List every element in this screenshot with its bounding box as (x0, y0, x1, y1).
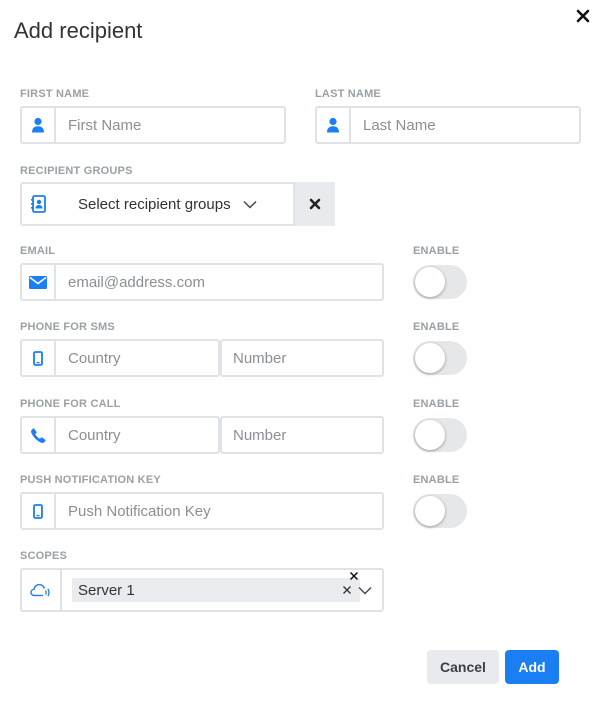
push-key-label: PUSH NOTIFICATION KEY (20, 474, 161, 486)
close-icon (349, 571, 359, 581)
user-icon (317, 108, 351, 142)
close-icon (309, 198, 321, 210)
phone-call-country-input[interactable] (56, 418, 218, 452)
phone-sms-enable-label: ENABLE (413, 321, 460, 333)
email-enable-toggle[interactable] (413, 265, 467, 299)
recipient-groups-select[interactable]: Select recipient groups (56, 182, 295, 226)
last-name-input[interactable] (351, 108, 579, 142)
phone-call-country-field (20, 416, 220, 454)
user-icon (22, 108, 56, 142)
push-key-enable-toggle[interactable] (413, 494, 467, 528)
close-icon (342, 585, 352, 595)
phone-call-enable-toggle[interactable] (413, 418, 467, 452)
phone-call-label: PHONE FOR CALL (20, 398, 121, 410)
toggle-knob (415, 267, 445, 297)
add-recipient-dialog: Add recipient FIRST NAME LAST NAME RECIP… (0, 0, 600, 707)
add-button[interactable]: Add (505, 650, 559, 684)
dialog-title: Add recipient (14, 18, 143, 43)
first-name-label: FIRST NAME (20, 88, 90, 100)
chevron-down-icon (243, 200, 257, 209)
push-key-input[interactable] (56, 494, 382, 528)
scope-tag-remove-button[interactable] (341, 583, 353, 597)
push-key-field (20, 492, 384, 530)
recipient-groups-select-text: Select recipient groups (78, 195, 231, 213)
phone-call-number-field (220, 416, 384, 454)
recipient-groups-icon-box (20, 182, 58, 226)
toggle-knob (415, 420, 445, 450)
phone-sms-enable-toggle[interactable] (413, 341, 467, 375)
contact-book-icon (22, 184, 58, 224)
phone-sms-country-field (20, 339, 220, 377)
phone-sms-label: PHONE FOR SMS (20, 321, 115, 333)
email-input[interactable] (56, 265, 382, 299)
phone-call-enable-label: ENABLE (413, 398, 460, 410)
email-label: EMAIL (20, 245, 56, 257)
scope-tag: Server 1 (72, 578, 360, 602)
cloud-signal-icon (22, 570, 62, 610)
clear-groups-button[interactable] (295, 182, 335, 226)
mobile-phone-icon (22, 494, 56, 528)
recipient-groups-label: RECIPIENT GROUPS (20, 165, 133, 177)
push-key-enable-label: ENABLE (413, 474, 460, 486)
scopes-clear-button[interactable] (348, 570, 360, 582)
phone-handset-icon (22, 418, 56, 452)
phone-sms-number-input[interactable] (222, 341, 382, 375)
last-name-field (315, 106, 581, 144)
first-name-field (20, 106, 286, 144)
chevron-down-icon (358, 586, 372, 595)
close-icon[interactable] (573, 6, 593, 26)
last-name-label: LAST NAME (315, 88, 381, 100)
mobile-phone-icon (22, 341, 56, 375)
phone-call-number-input[interactable] (222, 418, 382, 452)
toggle-knob (415, 343, 445, 373)
scope-tag-label: Server 1 (78, 581, 135, 599)
first-name-input[interactable] (56, 108, 284, 142)
scopes-dropdown-button[interactable] (356, 583, 374, 597)
email-enable-label: ENABLE (413, 245, 460, 257)
envelope-icon (22, 265, 56, 299)
phone-sms-number-field (220, 339, 384, 377)
cancel-button[interactable]: Cancel (427, 650, 499, 684)
scopes-label: SCOPES (20, 550, 68, 562)
email-field (20, 263, 384, 301)
phone-sms-country-input[interactable] (56, 341, 218, 375)
toggle-knob (415, 496, 445, 526)
